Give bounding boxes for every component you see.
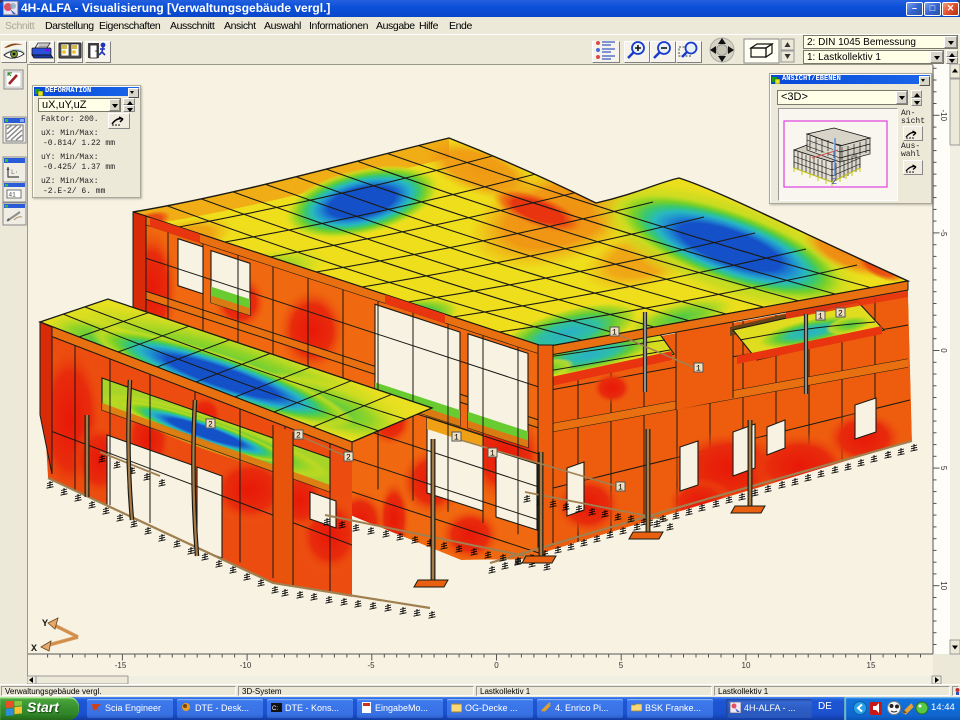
svg-text:1: 1 [612, 329, 617, 338]
svg-text:C:: C: [272, 706, 278, 712]
svg-text:1: 1 [454, 434, 459, 443]
svg-text:2: 2 [838, 310, 843, 319]
svg-text:2: 2 [346, 454, 351, 463]
svg-text:0: 0 [939, 348, 948, 353]
svg-text:10: 10 [939, 581, 948, 590]
svg-text:5: 5 [619, 661, 624, 670]
svg-text:Y: Y [42, 619, 48, 630]
svg-text:2: 2 [208, 421, 213, 430]
svg-text:10: 10 [742, 661, 751, 670]
svg-text:5: 5 [939, 466, 948, 471]
svg-text:1: 1 [696, 365, 701, 374]
svg-text:15: 15 [867, 661, 876, 670]
svg-text:L·: L· [11, 169, 18, 176]
svg-text:1: 1 [618, 484, 623, 493]
svg-text:Z: Z [832, 178, 837, 187]
svg-text:-5: -5 [939, 229, 948, 237]
svg-text:1: 1 [490, 450, 495, 459]
svg-text:-10: -10 [240, 661, 252, 670]
svg-text:2: 2 [296, 432, 301, 441]
svg-text:1: 1 [818, 313, 823, 322]
svg-text:X: X [31, 644, 37, 655]
svg-text:-10: -10 [939, 110, 948, 122]
svg-text:0: 0 [494, 661, 499, 670]
svg-text:-5: -5 [367, 661, 375, 670]
svg-text:41: 41 [9, 192, 17, 199]
svg-text:-15: -15 [115, 661, 127, 670]
